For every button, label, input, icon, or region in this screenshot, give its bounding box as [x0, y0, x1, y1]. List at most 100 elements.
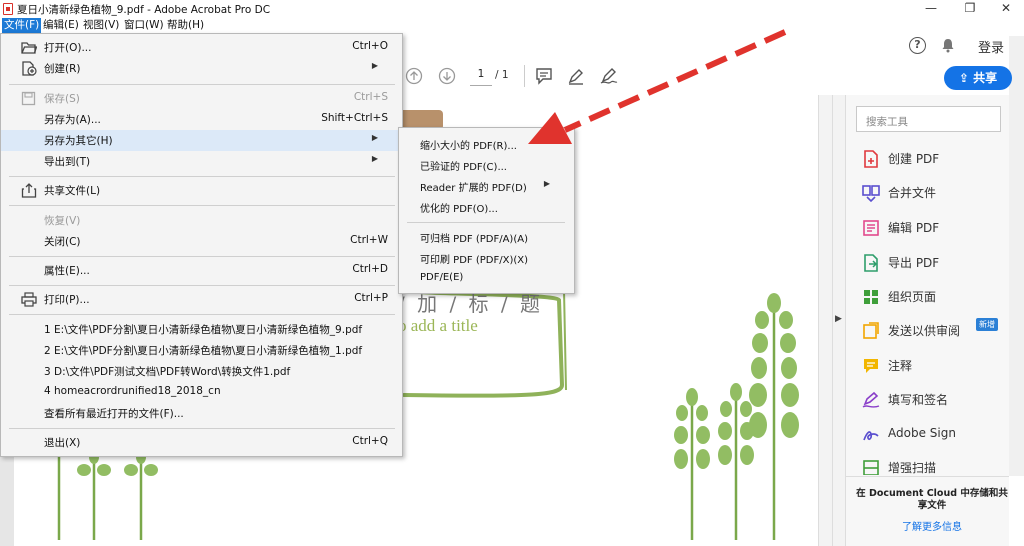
menu-item-shortcut: Ctrl+S — [353, 91, 388, 103]
menu-item-label: 优化的 PDF(O)... — [420, 204, 498, 215]
tool-edit-pdf[interactable]: 编辑 PDF — [858, 215, 1008, 243]
menu-item-print[interactable]: 打印(P)... Ctrl+P — [1, 289, 402, 310]
menu-bar: 文件(F) 编辑(E) 视图(V) 窗口(W) 帮助(H) — [0, 18, 1024, 33]
close-button[interactable]: ✕ — [989, 0, 1023, 18]
menu-separator — [9, 285, 395, 286]
expand-pane-icon[interactable]: ▶ — [835, 314, 842, 324]
menu-item-create[interactable]: 创建(R) ▶ — [1, 58, 402, 79]
menu-separator — [407, 222, 565, 223]
combine-files-icon — [862, 185, 880, 202]
title-bar: 夏日小清新绿色植物_9.pdf - Adobe Acrobat Pro DC —… — [0, 0, 1024, 18]
tool-label: 组织页面 — [888, 290, 937, 304]
tool-label: 创建 PDF — [888, 152, 940, 166]
submenu-arrow-icon: ▶ — [371, 61, 378, 70]
minimize-button[interactable]: — — [914, 0, 948, 18]
menu-item-properties[interactable]: 属性(E)... Ctrl+D — [1, 260, 402, 281]
prev-page-icon[interactable] — [405, 67, 423, 85]
menu-item-exit[interactable]: 退出(X) Ctrl+Q — [1, 432, 402, 453]
menu-item-recent-2[interactable]: 2 E:\文件\PDF分割\夏日小清新绿色植物\夏日小清新绿色植物_1.pdf — [1, 340, 402, 361]
menu-item-recent-4[interactable]: 4 homeacrordrunified18_2018_cn — [1, 382, 402, 403]
menu-item-shortcut: Ctrl+O — [352, 40, 388, 52]
menu-item-shortcut: Ctrl+P — [354, 292, 388, 304]
comment-tool-icon — [864, 359, 878, 373]
submenu-arrow-icon: ▶ — [371, 133, 378, 142]
share-icon: ⇪ — [958, 71, 974, 85]
menu-help[interactable]: 帮助(H) — [165, 18, 206, 33]
menu-item-label: 3 D:\文件\PDF测试文档\PDF转Word\转换文件1.pdf — [44, 366, 291, 378]
fill-sign-icon — [862, 391, 880, 408]
tool-label: 合并文件 — [888, 186, 937, 200]
window-title: 夏日小清新绿色植物_9.pdf - Adobe Acrobat Pro DC — [17, 4, 271, 16]
submenu-item-pdf-e[interactable]: PDF/E(E) — [399, 268, 574, 289]
tool-enhance-scan[interactable]: 增强扫描 — [858, 455, 1008, 475]
create-pdf-icon — [864, 150, 878, 168]
vertical-scrollbar[interactable] — [818, 95, 832, 546]
menu-item-export-to[interactable]: 导出到(T) ▶ — [1, 151, 402, 172]
bell-icon[interactable] — [941, 38, 955, 53]
submenu-arrow-icon: ▶ — [543, 179, 550, 188]
menu-item-label: 关闭(C) — [44, 236, 81, 248]
menu-item-view-all-recent[interactable]: 查看所有最近打开的文件(F)... — [1, 403, 402, 424]
menu-item-save: 保存(S) Ctrl+S — [1, 88, 402, 109]
printer-icon — [21, 292, 37, 307]
menu-item-label: 属性(E)... — [44, 265, 90, 277]
acrobat-pdf-icon — [3, 3, 13, 15]
menu-item-share-file[interactable]: 共享文件(L) — [1, 180, 402, 201]
submenu-item-reader-extended-pdf[interactable]: Reader 扩展的 PDF(D) ▶ — [399, 175, 574, 196]
share-button[interactable]: ⇪ 共享 — [944, 66, 1012, 90]
menu-item-label: 保存(S) — [44, 93, 80, 105]
submenu-item-press-ready-pdf[interactable]: 可印刷 PDF (PDF/X)(X) — [399, 247, 574, 268]
help-icon[interactable]: ? — [909, 37, 926, 54]
tool-label: 增强扫描 — [888, 461, 937, 475]
menu-item-save-as-other[interactable]: 另存为其它(H) ▶ — [1, 130, 402, 151]
tool-organize-pages[interactable]: 组织页面 — [858, 284, 1008, 312]
login-button[interactable]: 登录 — [978, 37, 1004, 56]
menu-window[interactable]: 窗口(W) — [122, 18, 166, 33]
menu-item-label: 导出到(T) — [44, 156, 91, 168]
tool-label: 填写和签名 — [888, 393, 949, 407]
menu-item-label: 1 E:\文件\PDF分割\夏日小清新绿色植物\夏日小清新绿色植物_9.pdf — [44, 324, 363, 336]
menu-item-shortcut: Shift+Ctrl+S — [321, 112, 388, 124]
menu-file[interactable]: 文件(F) — [2, 18, 42, 33]
submenu-item-optimized-pdf[interactable]: 优化的 PDF(O)... — [399, 196, 574, 217]
menu-separator — [9, 205, 395, 206]
tool-create-pdf[interactable]: 创建 PDF — [858, 146, 1008, 174]
menu-item-save-as[interactable]: 另存为(A)... Shift+Ctrl+S — [1, 109, 402, 130]
menu-item-label: 2 E:\文件\PDF分割\夏日小清新绿色植物\夏日小清新绿色植物_1.pdf — [44, 345, 363, 357]
new-badge: 新增 — [976, 318, 998, 331]
menu-item-recent-1[interactable]: 1 E:\文件\PDF分割\夏日小清新绿色植物\夏日小清新绿色植物_9.pdf — [1, 319, 402, 340]
restore-button[interactable]: ❐ — [953, 0, 987, 18]
menu-item-label: 已验证的 PDF(C)... — [420, 162, 507, 173]
menu-view[interactable]: 视图(V) — [81, 18, 121, 33]
save-icon — [21, 91, 36, 106]
page-number-input[interactable]: 1 — [470, 68, 492, 86]
menu-item-label: 查看所有最近打开的文件(F)... — [44, 408, 184, 420]
menu-item-recent-3[interactable]: 3 D:\文件\PDF测试文档\PDF转Word\转换文件1.pdf — [1, 361, 402, 382]
menu-edit[interactable]: 编辑(E) — [41, 18, 81, 33]
tools-search-input[interactable]: 搜索工具 — [856, 106, 1001, 132]
submenu-item-certified-pdf[interactable]: 已验证的 PDF(C)... — [399, 154, 574, 175]
send-review-icon — [863, 322, 879, 339]
tool-export-pdf[interactable]: 导出 PDF — [858, 250, 1008, 278]
submenu-item-archivable-pdf[interactable]: 可归档 PDF (PDF/A)(A) — [399, 226, 574, 247]
menu-item-shortcut: Ctrl+Q — [352, 435, 388, 447]
tool-adobe-sign[interactable]: Adobe Sign — [858, 422, 1008, 450]
edit-pdf-icon — [863, 220, 879, 236]
tool-comment[interactable]: 注释 — [858, 353, 1008, 381]
adobe-sign-icon — [863, 431, 879, 441]
menu-item-open[interactable]: 打开(O)... Ctrl+O — [1, 37, 402, 58]
menu-item-shortcut: Ctrl+W — [350, 234, 388, 246]
save-as-other-submenu: 缩小大小的 PDF(R)... 已验证的 PDF(C)... Reader 扩展… — [398, 127, 575, 294]
export-pdf-icon — [864, 254, 878, 272]
learn-more-link[interactable]: 了解更多信息 — [856, 518, 1008, 533]
tool-combine-files[interactable]: 合并文件 — [858, 180, 1008, 208]
menu-item-close[interactable]: 关闭(C) Ctrl+W — [1, 231, 402, 252]
menu-item-label: 打开(O)... — [44, 42, 92, 54]
share-label: 共享 — [973, 71, 998, 85]
tool-fill-sign[interactable]: 填写和签名 — [858, 387, 1008, 415]
share-file-icon — [21, 183, 37, 198]
menu-item-label: 退出(X) — [44, 437, 81, 449]
menu-separator — [9, 256, 395, 257]
menu-separator — [9, 84, 395, 85]
next-page-icon[interactable] — [438, 67, 456, 85]
